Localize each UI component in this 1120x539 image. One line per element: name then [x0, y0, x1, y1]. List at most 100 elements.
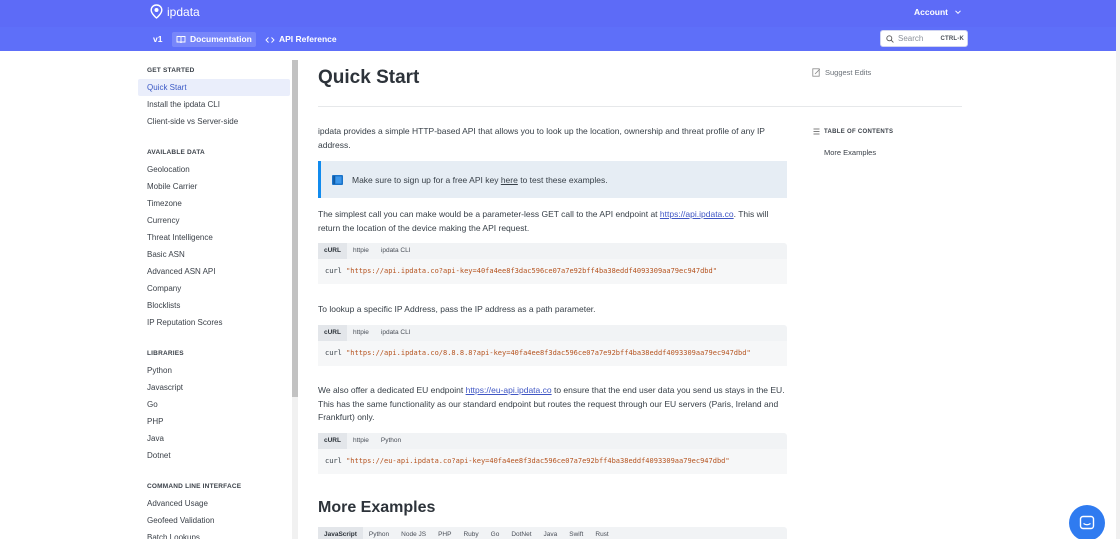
sidebar: GET STARTED Quick Start Install the ipdata… — [138, 60, 290, 539]
code-tab-python[interactable]: Python — [363, 527, 395, 539]
edit-icon — [812, 68, 821, 77]
search-input[interactable]: Search CTRL-K — [880, 30, 968, 47]
sidebar-item-quick-start[interactable]: Quick Start — [138, 79, 290, 96]
code-tab-rust[interactable]: Rust — [589, 527, 614, 539]
blue-book-icon — [332, 174, 343, 185]
sidebar-item-install-the-ipdata-cli[interactable]: Install the ipdata CLI — [138, 96, 290, 113]
sidebar-item-java[interactable]: Java — [138, 430, 290, 447]
code-tabs: cURL httpie Python — [318, 433, 787, 449]
code-command: curl — [325, 267, 347, 275]
code-tab-swift[interactable]: Swift — [563, 527, 589, 539]
code-string: "https://api.ipdata.co?api-key=40fa4ee8f… — [346, 267, 717, 275]
sidebar-item-geolocation[interactable]: Geolocation — [138, 161, 290, 178]
api-endpoint-link[interactable]: https://api.ipdata.co — [660, 209, 734, 219]
sidebar-item-advanced-asn-api[interactable]: Advanced ASN API — [138, 263, 290, 280]
code-brackets-icon — [265, 36, 275, 43]
callout-text-after: to test these examples. — [517, 174, 608, 185]
sidebar-item-advanced-usage[interactable]: Advanced Usage — [138, 495, 290, 512]
code-tab-node-js[interactable]: Node JS — [395, 527, 432, 539]
sidebar-section-title: AVAILABLE DATA — [147, 149, 205, 156]
callout-text: Make sure to sign up for a free API key … — [352, 175, 608, 185]
code-tab-python[interactable]: Python — [375, 433, 407, 449]
code-tab-httpie[interactable]: httpie — [347, 433, 375, 449]
code-block-2: cURL httpie ipdata CLI curl "https://api.i… — [318, 325, 787, 366]
code-tab-curl[interactable]: cURL — [318, 325, 347, 341]
code-tab-curl[interactable]: cURL — [318, 433, 347, 449]
code-tabs: cURL httpie ipdata CLI — [318, 325, 787, 341]
top-bar: ipdata Account — [0, 0, 1120, 27]
sidebar-section-title: COMMAND LINE INTERFACE — [147, 483, 242, 490]
sidebar-scroll-thumb[interactable] — [292, 60, 298, 397]
sidebar-item-company[interactable]: Company — [138, 280, 290, 297]
sidebar-item-client-side-vs-server-side[interactable]: Client-side vs Server-side — [138, 113, 290, 130]
code-tabs: cURL httpie ipdata CLI — [318, 243, 787, 259]
sidebar-item-python[interactable]: Python — [138, 362, 290, 379]
eu-endpoint-link[interactable]: https://eu-api.ipdata.co — [466, 385, 552, 395]
suggest-edits-link[interactable]: Suggest Edits — [812, 68, 871, 77]
book-icon — [176, 36, 186, 44]
title-divider — [318, 106, 962, 107]
code-command: curl — [325, 457, 347, 465]
code-tab-php[interactable]: PHP — [432, 527, 457, 539]
list-icon — [813, 128, 820, 135]
tab-documentation[interactable]: Documentation — [172, 32, 256, 47]
lookup-paragraph: To lookup a specific IP Address, pass th… — [318, 304, 596, 314]
callout-text-before: Make sure to sign up for a free API key — [352, 174, 501, 185]
code-tab-java[interactable]: Java — [538, 527, 564, 539]
sidebar-item-timezone[interactable]: Timezone — [138, 195, 290, 212]
code-tab-httpie[interactable]: httpie — [347, 243, 375, 259]
sub-nav-bar: v1 Documentation API Reference Search CT… — [0, 27, 1120, 51]
search-shortcut: CTRL-K — [940, 35, 964, 42]
code-tab-go[interactable]: Go — [485, 527, 506, 539]
code-line[interactable]: curl "https://api.ipdata.co/8.8.8.8?api-… — [318, 341, 787, 366]
brand-name: ipdata — [167, 4, 200, 19]
sidebar-item-ip-reputation-scores[interactable]: IP Reputation Scores — [138, 314, 290, 331]
sidebar-item-dotnet[interactable]: Dotnet — [138, 447, 290, 464]
chat-launcher-button[interactable] — [1069, 505, 1105, 539]
sidebar-item-geofeed-validation[interactable]: Geofeed Validation — [138, 512, 290, 529]
code-tab-ipdata-cli[interactable]: ipdata CLI — [375, 243, 417, 259]
chevron-down-icon — [955, 10, 961, 15]
brand-logo[interactable]: ipdata — [150, 4, 200, 19]
sidebar-item-threat-intelligence[interactable]: Threat Intelligence — [138, 229, 290, 246]
code-line[interactable]: curl "https://api.ipdata.co?api-key=40fa… — [318, 259, 787, 284]
code-block-4: JavaScript Python Node JS PHP Ruby Go DotNet Ja… — [318, 527, 787, 539]
code-tab-curl[interactable]: cURL — [318, 243, 347, 259]
search-icon — [886, 34, 894, 43]
code-tab-httpie[interactable]: httpie — [347, 325, 375, 341]
sidebar-item-currency[interactable]: Currency — [138, 212, 290, 229]
sidebar-scrollbar[interactable] — [292, 60, 298, 539]
sidebar-item-basic-asn[interactable]: Basic ASN — [138, 246, 290, 263]
code-tab-javascript[interactable]: JavaScript — [318, 527, 363, 539]
chat-icon — [1079, 515, 1095, 530]
code-tab-dotnet[interactable]: DotNet — [505, 527, 537, 539]
toc-title: TABLE OF CONTENTS — [813, 128, 893, 135]
toc-item-more-examples[interactable]: More Examples — [824, 148, 876, 157]
sidebar-item-blocklists[interactable]: Blocklists — [138, 297, 290, 314]
code-block-3: cURL httpie Python curl "https://eu-api.ip… — [318, 433, 787, 474]
version-selector[interactable]: v1 — [149, 32, 166, 47]
code-line[interactable]: curl "https://eu-api.ipdata.co?api-key=4… — [318, 449, 787, 474]
page-scrollbar[interactable] — [1116, 0, 1120, 539]
eu-paragraph: We also offer a dedicated EU endpoint ht… — [318, 384, 788, 425]
eu-text-before: We also offer a dedicated EU endpoint — [318, 385, 466, 395]
endpoint-paragraph: The simplest call you can make would be … — [318, 208, 788, 235]
code-tab-ruby[interactable]: Ruby — [457, 527, 484, 539]
sidebar-item-batch-lookups[interactable]: Batch Lookups — [138, 529, 290, 539]
sidebar-section-title: LIBRARIES — [147, 350, 184, 357]
sidebar-item-javascript[interactable]: Javascript — [138, 379, 290, 396]
signup-link[interactable]: here — [501, 175, 518, 185]
suggest-edits-label: Suggest Edits — [825, 68, 872, 77]
sidebar-item-mobile-carrier[interactable]: Mobile Carrier — [138, 178, 290, 195]
toc-title-label: TABLE OF CONTENTS — [824, 128, 894, 135]
code-tab-ipdata-cli[interactable]: ipdata CLI — [375, 325, 417, 341]
sidebar-item-php[interactable]: PHP — [138, 413, 290, 430]
tab-documentation-label: Documentation — [190, 34, 252, 44]
code-command: curl — [325, 349, 347, 357]
tab-api-reference[interactable]: API Reference — [261, 32, 341, 47]
account-label: Account — [914, 7, 948, 17]
tab-api-reference-label: API Reference — [279, 34, 337, 44]
endpoint-text-before: The simplest call you can make would be … — [318, 209, 660, 219]
sidebar-item-go[interactable]: Go — [138, 396, 290, 413]
account-menu[interactable]: Account — [914, 7, 962, 17]
